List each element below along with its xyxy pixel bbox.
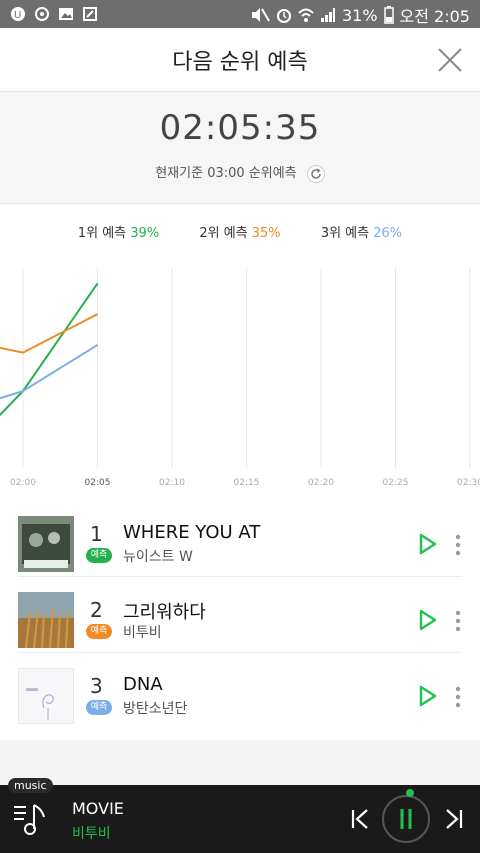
- bottom-spacer: [0, 740, 480, 785]
- ranking-list: 1 WHERE YOU AT 예측 뉴이스트 W 2 그리워하다 예측 비투비 …: [0, 500, 480, 728]
- prediction-badge: 예측: [86, 700, 112, 715]
- x-tick-label: 02:05: [85, 478, 111, 488]
- mini-player[interactable]: MOVIE 비투비: [0, 785, 480, 853]
- signal-icon: [320, 8, 335, 22]
- wifi-icon: [298, 8, 314, 22]
- prediction-basis: 현재기준 03:00 순위예측: [0, 162, 480, 183]
- battery-icon: [383, 6, 394, 24]
- countdown-time: 02:05:35: [159, 108, 321, 148]
- x-tick-label: 02:30: [457, 478, 480, 488]
- clock: 오전 2:05: [399, 7, 470, 26]
- x-tick-label: 02:15: [234, 478, 260, 488]
- x-tick-label: 02:00: [10, 478, 36, 488]
- battery-percent: 31%: [341, 5, 378, 25]
- artist-name: 방탄소년단: [123, 701, 188, 717]
- pause-icon: [400, 809, 412, 829]
- page-title: 다음 순위 예측: [172, 50, 308, 75]
- rank-number: 2: [90, 598, 103, 622]
- x-tick-label: 02:10: [159, 478, 185, 488]
- more-icon[interactable]: [455, 686, 461, 708]
- prediction-badge: 예측: [86, 548, 112, 563]
- list-item[interactable]: 3 DNA 예측 방탄소년단: [0, 652, 480, 728]
- countdown-panel: 02:05:35 현재기준 03:00 순위예측: [0, 92, 480, 204]
- close-icon[interactable]: [434, 44, 466, 76]
- previous-icon[interactable]: [350, 807, 370, 831]
- album-cover: [18, 592, 74, 648]
- next-icon[interactable]: [444, 807, 464, 831]
- legend-item-1: 1위 예측 39%: [77, 226, 160, 241]
- header: 다음 순위 예측: [0, 28, 480, 92]
- status-bar: U 31% 오전 2:05: [0, 0, 480, 28]
- list-item[interactable]: 1 WHERE YOU AT 예측 뉴이스트 W: [0, 500, 480, 576]
- artist-name: 비투비: [123, 625, 162, 641]
- artist-name: 뉴이스트 W: [123, 549, 193, 565]
- music-tag: music: [8, 778, 53, 793]
- rank-number: 3: [90, 674, 103, 698]
- chart-legend: 1위 예측 39% 2위 예측 35% 3위 예측 26%: [0, 222, 480, 241]
- x-tick-label: 02:20: [308, 478, 334, 488]
- image-icon: [59, 8, 73, 20]
- circle-icon: [35, 7, 49, 21]
- progress-dot[interactable]: [406, 789, 414, 797]
- notification-icons: U: [10, 6, 98, 22]
- edit-icon: [83, 7, 97, 21]
- legend-item-2: 2위 예측 35%: [199, 226, 281, 241]
- play-icon[interactable]: [418, 532, 438, 556]
- pause-button[interactable]: [382, 795, 430, 843]
- playlist-menu-icon[interactable]: [12, 801, 48, 837]
- series-line: [0, 313, 98, 354]
- album-cover: [18, 668, 74, 724]
- list-item[interactable]: 2 그리워하다 예측 비투비: [0, 576, 480, 652]
- song-title: 그리워하다: [123, 602, 206, 623]
- more-icon[interactable]: [455, 610, 461, 632]
- legend-item-3: 3위 예측 26%: [320, 226, 403, 241]
- svg-text:U: U: [14, 10, 21, 21]
- album-cover: [18, 516, 74, 572]
- play-icon[interactable]: [418, 608, 438, 632]
- mute-icon: [251, 8, 270, 22]
- rank-number: 1: [90, 522, 103, 546]
- now-playing-artist: 비투비: [72, 826, 111, 842]
- now-playing-title: MOVIE: [72, 799, 124, 818]
- play-icon[interactable]: [418, 684, 438, 708]
- refresh-icon[interactable]: [306, 164, 325, 183]
- prediction-basis-label: 현재기준 03:00 순위예측: [155, 166, 297, 181]
- song-title: WHERE YOU AT: [123, 522, 261, 543]
- song-title: DNA: [123, 674, 163, 695]
- prediction-badge: 예측: [86, 624, 112, 639]
- x-tick-label: 02:25: [383, 478, 409, 488]
- samsung-icon: U: [11, 7, 25, 21]
- alarm-icon: [276, 9, 291, 23]
- system-indicators: 31% 오전 2:05: [250, 3, 470, 27]
- prediction-chart: 02:00 02:05 02:10 02:15 02:20 02:25 02:30: [0, 268, 480, 488]
- more-icon[interactable]: [455, 534, 461, 556]
